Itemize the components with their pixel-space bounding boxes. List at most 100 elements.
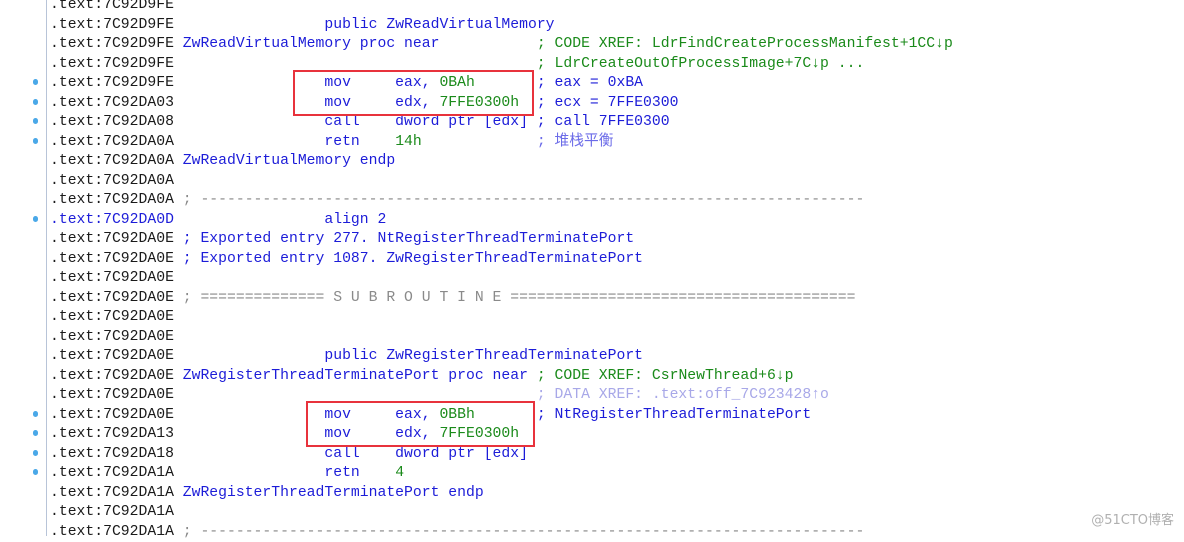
line-content: public ZwReadVirtualMemory: [183, 16, 555, 36]
line-content: ; Exported entry 1087. ZwRegisterThreadT…: [183, 250, 643, 270]
breakpoint-dot-icon[interactable]: [33, 99, 38, 105]
line-content: align 2: [183, 211, 387, 231]
breakpoint-dot-icon[interactable]: [33, 469, 38, 475]
line-address: .text:7C92D9FE: [50, 74, 174, 94]
code-token: public ZwRegisterThreadTerminatePort: [183, 348, 643, 364]
listing-line[interactable]: .text:7C92DA0E ZwRegisterThreadTerminateP…: [0, 367, 1184, 387]
listing-line[interactable]: .text:7C92DA0A ; ------------------------…: [0, 191, 1184, 211]
breakpoint-dot-icon[interactable]: [33, 450, 38, 456]
breakpoint-dot-icon[interactable]: [33, 138, 38, 144]
line-address: .text:7C92DA08: [50, 113, 174, 133]
line-address: .text:7C92DA0A: [50, 152, 174, 172]
line-address: .text:7C92DA1A: [50, 503, 174, 523]
line-content: ; --------------------------------------…: [183, 191, 865, 211]
breakpoint-dot-icon[interactable]: [33, 79, 38, 85]
line-address: .text:7C92DA1A: [50, 484, 174, 504]
listing-line[interactable]: .text:7C92DA0E; ============== S U B R O…: [0, 289, 1184, 309]
highlight-box-zwregisterthreadterminateport: [306, 401, 535, 447]
code-token: ; --------------------------------------…: [183, 524, 865, 540]
breakpoint-dot-icon[interactable]: [33, 216, 38, 222]
line-address: .text:7C92D9FE: [50, 35, 174, 55]
listing-line[interactable]: .text:7C92DA0A: [0, 172, 1184, 192]
line-address: .text:7C92DA03: [50, 94, 174, 114]
listing-line[interactable]: .text:7C92DA0E mov eax, 0BBh ; NtRegiste…: [0, 406, 1184, 426]
listing-line[interactable]: .text:7C92DA0E ; Exported entry 1087. ZwR…: [0, 250, 1184, 270]
line-content: ; Exported entry 277. NtRegisterThreadTe…: [183, 230, 634, 250]
line-address: .text:7C92DA0E: [50, 269, 174, 289]
listing-line[interactable]: .text:7C92DA0E: [0, 328, 1184, 348]
code-token: ZwRegisterThreadTerminatePort proc near: [183, 368, 528, 384]
line-address: .text:7C92DA0A: [50, 191, 174, 211]
line-content: ; --------------------------------------…: [183, 523, 865, 542]
code-token: ; Exported entry 1087. ZwRegisterThreadT…: [183, 251, 643, 267]
line-content: ZwRegisterThreadTerminatePort proc near …: [183, 367, 794, 387]
code-token: ZwReadVirtualMemory proc near: [183, 36, 440, 52]
line-address: .text:7C92DA0E: [50, 406, 174, 426]
breakpoint-dot-icon[interactable]: [33, 118, 38, 124]
code-token: ; CODE XREF: LdrFindCreateProcessManifes…: [439, 36, 952, 52]
line-address: .text:7C92DA1A: [50, 523, 174, 542]
line-address: .text:7C92DA0A: [50, 172, 174, 192]
disassembly-listing[interactable]: .text:7C92D9FE.text:7C92D9FE public ZwRe…: [0, 0, 1184, 542]
listing-line[interactable]: .text:7C92DA0E public ZwRegisterThreadTe…: [0, 347, 1184, 367]
listing-line[interactable]: .text:7C92DA1A ; ------------------------…: [0, 523, 1184, 542]
code-token: ; --------------------------------------…: [183, 192, 865, 208]
line-content: ZwRegisterThreadTerminatePort endp: [183, 484, 484, 504]
listing-line[interactable]: .text:7C92DA1A ZwRegisterThreadTerminateP…: [0, 484, 1184, 504]
listing-line[interactable]: .text:7C92D9FE mov eax, 0BAh ; eax = 0xB…: [0, 74, 1184, 94]
line-address: .text:7C92DA0E: [50, 250, 174, 270]
line-address: .text:7C92DA1A: [50, 464, 174, 484]
line-address: .text:7C92D9FE: [50, 0, 174, 16]
listing-line[interactable]: .text:7C92D9FE public ZwReadVirtualMemor…: [0, 16, 1184, 36]
code-token: ; 堆栈平衡: [422, 134, 614, 150]
line-address: .text:7C92DA0A: [50, 133, 174, 153]
code-token: 14h: [395, 134, 422, 150]
listing-line[interactable]: .text:7C92DA08 call dword ptr [edx] ; ca…: [0, 113, 1184, 133]
listing-line[interactable]: .text:7C92DA0E ; DATA XREF: .text:off_7C…: [0, 386, 1184, 406]
line-content: ZwReadVirtualMemory endp: [183, 152, 395, 172]
code-token: ; ecx = 7FFE0300: [519, 95, 678, 111]
code-token: ZwReadVirtualMemory: [386, 17, 554, 33]
listing-line[interactable]: .text:7C92DA13 mov edx, 7FFE0300h: [0, 425, 1184, 445]
listing-line[interactable]: .text:7C92DA18 call dword ptr [edx]: [0, 445, 1184, 465]
highlight-box-zwreadvirtualmemory: [293, 70, 534, 116]
listing-line[interactable]: .text:7C92DA1A retn 4: [0, 464, 1184, 484]
breakpoint-dot-icon[interactable]: [33, 411, 38, 417]
line-address: .text:7C92DA0E: [50, 367, 174, 387]
listing-line[interactable]: .text:7C92DA0A retn 14h ; 堆栈平衡: [0, 133, 1184, 153]
code-token: retn: [183, 134, 395, 150]
watermark: @51CTO博客: [1091, 509, 1174, 528]
listing-line[interactable]: .text:7C92D9FE ZwReadVirtualMemory proc n…: [0, 35, 1184, 55]
listing-line[interactable]: .text:7C92D9FE ; LdrCreateOutOfProcessIm…: [0, 55, 1184, 75]
line-content: ; ============== S U B R O U T I N E ===…: [183, 289, 856, 309]
line-address: .text:7C92DA0D: [50, 211, 174, 231]
code-token: call dword ptr [edx] ; call 7FFE0300: [183, 114, 670, 130]
code-token: public: [183, 17, 387, 33]
code-token: 4: [395, 465, 404, 481]
listing-line[interactable]: .text:7C92DA0E: [0, 308, 1184, 328]
line-content: retn 14h ; 堆栈平衡: [183, 133, 614, 153]
code-token: ; CODE XREF: CsrNewThread+6↓p: [528, 368, 794, 384]
line-content: ZwReadVirtualMemory proc near ; CODE XRE…: [183, 35, 953, 55]
breakpoint-dot-icon[interactable]: [33, 430, 38, 436]
line-content: call dword ptr [edx]: [183, 445, 528, 465]
line-address: .text:7C92DA0E: [50, 308, 174, 328]
line-content: retn 4: [183, 464, 404, 484]
code-token: retn: [183, 465, 395, 481]
listing-line[interactable]: .text:7C92DA03 mov edx, 7FFE0300h ; ecx …: [0, 94, 1184, 114]
listing-line[interactable]: .text:7C92DA1A: [0, 503, 1184, 523]
line-address: .text:7C92DA13: [50, 425, 174, 445]
line-address: .text:7C92DA0E: [50, 347, 174, 367]
line-address: .text:7C92D9FE: [50, 16, 174, 36]
code-token: ; ============== S U B R O U T I N E ===…: [183, 290, 856, 306]
line-address: .text:7C92DA0E: [50, 230, 174, 250]
listing-line[interactable]: .text:7C92D9FE: [0, 0, 1184, 16]
listing-line[interactable]: .text:7C92DA0E: [0, 269, 1184, 289]
listing-line[interactable]: .text:7C92DA0A ZwReadVirtualMemory endp: [0, 152, 1184, 172]
listing-line[interactable]: .text:7C92DA0D align 2: [0, 211, 1184, 231]
line-address: .text:7C92DA18: [50, 445, 174, 465]
line-address: .text:7C92DA0E: [50, 328, 174, 348]
listing-line[interactable]: .text:7C92DA0E ; Exported entry 277. NtRe…: [0, 230, 1184, 250]
code-token: ZwReadVirtualMemory endp: [183, 153, 395, 169]
code-token: ; Exported entry 277. NtRegisterThreadTe…: [183, 231, 634, 247]
